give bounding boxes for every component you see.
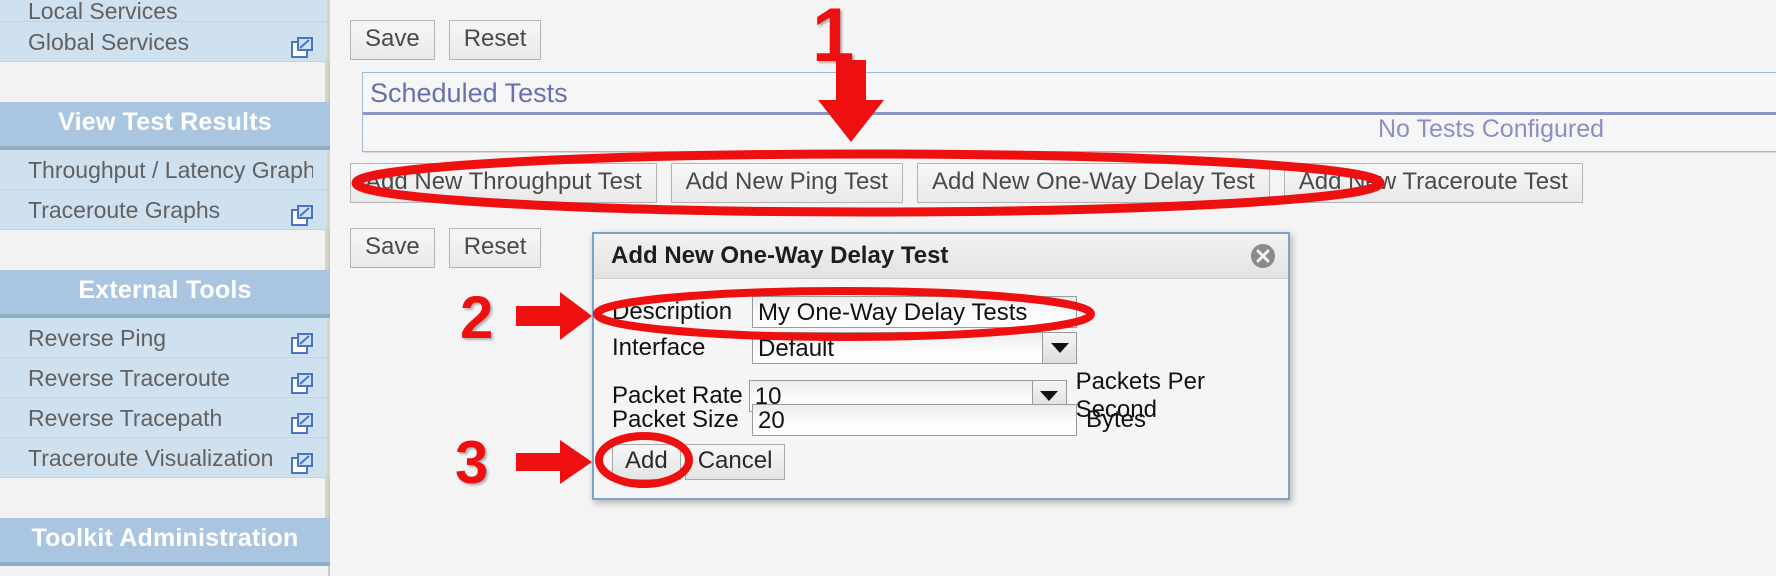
sidebar-item-traceroute-graphs[interactable]: Traceroute Graphs [0, 190, 330, 230]
sidebar-item-throughput-latency-graphs[interactable]: Throughput / Latency Graphs [0, 150, 330, 190]
sidebar-item-global-services[interactable]: Global Services [0, 22, 330, 62]
sidebar-item-reverse-tracepath[interactable]: Reverse Tracepath [0, 398, 330, 438]
external-link-icon [291, 447, 313, 474]
sidebar-item-label: Traceroute Visualization [28, 444, 274, 471]
sidebar-item-local-services[interactable]: Local Services [0, 0, 330, 22]
sidebar-item-label: Throughput / Latency Graphs [28, 156, 313, 183]
packet-size-input[interactable]: 20 [752, 404, 1077, 436]
packet-size-unit-label: Bytes [1086, 406, 1147, 433]
sidebar-spacer [0, 62, 328, 102]
annotation-arrow-2 [516, 292, 592, 340]
sidebar-spacer [0, 230, 328, 270]
reset-button-bottom[interactable]: Reset [448, 228, 542, 268]
sidebar-group-header: Toolkit Administration [0, 518, 330, 566]
screenshot-root: Local Services Global Services View Test… [0, 0, 1776, 576]
sidebar: Local Services Global Services View Test… [0, 0, 330, 576]
annotation-number-3: 3 [455, 429, 489, 496]
close-icon[interactable] [1250, 243, 1276, 269]
cancel-button[interactable]: Cancel [684, 444, 786, 480]
scheduled-tests-title: Scheduled Tests [370, 78, 568, 108]
sidebar-group-external-tools: External Tools Reverse Ping Reverse Trac… [0, 270, 330, 478]
external-link-icon [291, 327, 313, 354]
external-link-icon [291, 407, 313, 434]
sidebar-item-traceroute-visualization[interactable]: Traceroute Visualization [0, 438, 330, 478]
add-new-one-way-delay-test-dialog: Add New One-Way Delay Test Description M… [592, 232, 1290, 500]
annotation-ellipse-add-button [595, 432, 693, 488]
external-link-icon [291, 367, 313, 394]
save-button-bottom[interactable]: Save [350, 228, 435, 268]
sidebar-item-label: Reverse Ping [28, 324, 167, 351]
dialog-title: Add New One-Way Delay Test [611, 242, 949, 269]
dialog-titlebar: Add New One-Way Delay Test [594, 234, 1288, 279]
reset-button[interactable]: Reset [448, 20, 542, 60]
sidebar-spacer [0, 478, 328, 518]
sidebar-item-reverse-traceroute[interactable]: Reverse Traceroute [0, 358, 330, 398]
top-button-row: Save Reset [350, 20, 542, 60]
sidebar-item-label: Local Services [28, 0, 178, 22]
sidebar-item-label: Reverse Tracepath [28, 404, 223, 431]
sidebar-item-label: Global Services [28, 28, 190, 55]
save-button[interactable]: Save [350, 20, 435, 60]
annotation-ellipse-add-test-buttons [351, 149, 1385, 217]
annotation-arrow-3 [516, 440, 592, 484]
sidebar-group-toolkit-administration: Toolkit Administration [0, 518, 330, 566]
bottom-button-row: Save Reset [350, 228, 542, 268]
chevron-down-icon [1050, 343, 1069, 353]
sidebar-item-label: Traceroute Graphs [28, 196, 221, 223]
chevron-down-icon [1040, 391, 1059, 401]
packet-size-label: Packet Size [612, 406, 739, 433]
external-link-icon [291, 31, 313, 58]
annotation-arrow-1 [818, 60, 884, 142]
sidebar-group-view-test-results: View Test Results Throughput / Latency G… [0, 102, 330, 230]
sidebar-group-header: View Test Results [0, 102, 330, 150]
sidebar-item-label: Reverse Traceroute [28, 364, 230, 391]
annotation-number-2: 2 [460, 284, 494, 351]
sidebar-item-reverse-ping[interactable]: Reverse Ping [0, 318, 330, 358]
annotation-ellipse-description [593, 287, 1095, 341]
sidebar-group-header: External Tools [0, 270, 330, 318]
sidebar-group-services: Local Services Global Services [0, 0, 330, 62]
external-link-icon [291, 199, 313, 226]
no-tests-configured-message: No Tests Configured [1378, 115, 1605, 143]
